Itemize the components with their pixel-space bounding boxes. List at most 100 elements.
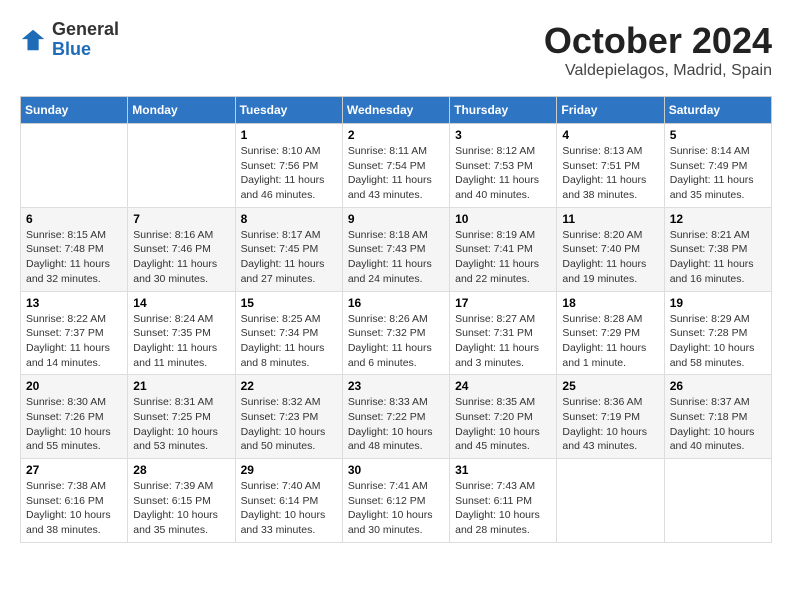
day-number: 4 — [562, 128, 658, 142]
day-number: 6 — [26, 212, 122, 226]
weekday-header-saturday: Saturday — [664, 97, 771, 124]
day-number: 23 — [348, 379, 444, 393]
page-header: General Blue October 2024 Valdepielagos,… — [20, 20, 772, 80]
day-number: 19 — [670, 296, 766, 310]
calendar-cell: 26 Sunrise: 8:37 AM Sunset: 7:18 PM Dayli… — [664, 375, 771, 459]
day-detail: Sunrise: 8:12 AM Sunset: 7:53 PM Dayligh… — [455, 144, 551, 203]
calendar-cell: 23 Sunrise: 8:33 AM Sunset: 7:22 PM Dayli… — [342, 375, 449, 459]
month-title: October 2024 — [544, 20, 772, 62]
calendar-cell: 10Sunrise: 8:19 AM Sunset: 7:41 PM Dayli… — [450, 207, 557, 291]
day-detail: Sunrise: 8:37 AM Sunset: 7:18 PM Dayligh… — [670, 395, 766, 454]
day-detail: Sunrise: 7:40 AM Sunset: 6:14 PM Dayligh… — [241, 479, 337, 538]
weekday-header-row: SundayMondayTuesdayWednesdayThursdayFrid… — [21, 97, 772, 124]
day-number: 25 — [562, 379, 658, 393]
day-detail: Sunrise: 7:43 AM Sunset: 6:11 PM Dayligh… — [455, 479, 551, 538]
weekday-header-sunday: Sunday — [21, 97, 128, 124]
calendar-week-2: 6 Sunrise: 8:15 AM Sunset: 7:48 PM Daylig… — [21, 207, 772, 291]
day-detail: Sunrise: 8:15 AM Sunset: 7:48 PM Dayligh… — [26, 228, 122, 287]
day-detail: Sunrise: 8:25 AM Sunset: 7:34 PM Dayligh… — [241, 312, 337, 371]
calendar-cell: 3Sunrise: 8:12 AM Sunset: 7:53 PM Daylig… — [450, 124, 557, 208]
day-detail: Sunrise: 7:39 AM Sunset: 6:15 PM Dayligh… — [133, 479, 229, 538]
day-number: 14 — [133, 296, 229, 310]
day-number: 21 — [133, 379, 229, 393]
day-detail: Sunrise: 7:41 AM Sunset: 6:12 PM Dayligh… — [348, 479, 444, 538]
calendar-cell: 6 Sunrise: 8:15 AM Sunset: 7:48 PM Daylig… — [21, 207, 128, 291]
day-number: 28 — [133, 463, 229, 477]
calendar-cell: 21 Sunrise: 8:31 AM Sunset: 7:25 PM Dayli… — [128, 375, 235, 459]
calendar-week-3: 13Sunrise: 8:22 AM Sunset: 7:37 PM Dayli… — [21, 291, 772, 375]
day-number: 12 — [670, 212, 766, 226]
day-detail: Sunrise: 7:38 AM Sunset: 6:16 PM Dayligh… — [26, 479, 122, 538]
day-detail: Sunrise: 8:36 AM Sunset: 7:19 PM Dayligh… — [562, 395, 658, 454]
day-detail: Sunrise: 8:33 AM Sunset: 7:22 PM Dayligh… — [348, 395, 444, 454]
calendar-cell — [664, 459, 771, 543]
calendar-week-4: 20Sunrise: 8:30 AM Sunset: 7:26 PM Dayli… — [21, 375, 772, 459]
calendar-cell: 24 Sunrise: 8:35 AM Sunset: 7:20 PM Dayli… — [450, 375, 557, 459]
day-number: 29 — [241, 463, 337, 477]
day-detail: Sunrise: 8:21 AM Sunset: 7:38 PM Dayligh… — [670, 228, 766, 287]
day-number: 9 — [348, 212, 444, 226]
day-number: 20 — [26, 379, 122, 393]
calendar-cell: 5 Sunrise: 8:14 AM Sunset: 7:49 PM Daylig… — [664, 124, 771, 208]
day-detail: Sunrise: 8:24 AM Sunset: 7:35 PM Dayligh… — [133, 312, 229, 371]
calendar-cell: 1 Sunrise: 8:10 AM Sunset: 7:56 PM Daylig… — [235, 124, 342, 208]
day-number: 5 — [670, 128, 766, 142]
calendar-cell: 31 Sunrise: 7:43 AM Sunset: 6:11 PM Dayli… — [450, 459, 557, 543]
day-number: 17 — [455, 296, 551, 310]
calendar-week-1: 1 Sunrise: 8:10 AM Sunset: 7:56 PM Daylig… — [21, 124, 772, 208]
day-number: 1 — [241, 128, 337, 142]
logo: General Blue — [20, 20, 119, 60]
calendar-table: SundayMondayTuesdayWednesdayThursdayFrid… — [20, 96, 772, 543]
calendar-cell: 14 Sunrise: 8:24 AM Sunset: 7:35 PM Dayli… — [128, 291, 235, 375]
calendar-cell: 11Sunrise: 8:20 AM Sunset: 7:40 PM Dayli… — [557, 207, 664, 291]
day-number: 11 — [562, 212, 658, 226]
calendar-cell — [21, 124, 128, 208]
day-number: 2 — [348, 128, 444, 142]
day-number: 30 — [348, 463, 444, 477]
day-detail: Sunrise: 8:10 AM Sunset: 7:56 PM Dayligh… — [241, 144, 337, 203]
calendar-cell: 20Sunrise: 8:30 AM Sunset: 7:26 PM Dayli… — [21, 375, 128, 459]
calendar-cell: 18Sunrise: 8:28 AM Sunset: 7:29 PM Dayli… — [557, 291, 664, 375]
day-detail: Sunrise: 8:26 AM Sunset: 7:32 PM Dayligh… — [348, 312, 444, 371]
day-number: 10 — [455, 212, 551, 226]
calendar-cell: 16 Sunrise: 8:26 AM Sunset: 7:32 PM Dayli… — [342, 291, 449, 375]
calendar-cell: 25 Sunrise: 8:36 AM Sunset: 7:19 PM Dayli… — [557, 375, 664, 459]
logo-text: General Blue — [52, 20, 119, 60]
day-number: 27 — [26, 463, 122, 477]
location-subtitle: Valdepielagos, Madrid, Spain — [544, 62, 772, 80]
calendar-cell: 2 Sunrise: 8:11 AM Sunset: 7:54 PM Daylig… — [342, 124, 449, 208]
day-number: 8 — [241, 212, 337, 226]
calendar-cell: 15 Sunrise: 8:25 AM Sunset: 7:34 PM Dayli… — [235, 291, 342, 375]
weekday-header-tuesday: Tuesday — [235, 97, 342, 124]
day-detail: Sunrise: 8:31 AM Sunset: 7:25 PM Dayligh… — [133, 395, 229, 454]
day-detail: Sunrise: 8:11 AM Sunset: 7:54 PM Dayligh… — [348, 144, 444, 203]
day-number: 24 — [455, 379, 551, 393]
day-number: 16 — [348, 296, 444, 310]
calendar-cell: 13Sunrise: 8:22 AM Sunset: 7:37 PM Dayli… — [21, 291, 128, 375]
calendar-week-5: 27 Sunrise: 7:38 AM Sunset: 6:16 PM Dayli… — [21, 459, 772, 543]
calendar-cell: 27 Sunrise: 7:38 AM Sunset: 6:16 PM Dayli… — [21, 459, 128, 543]
day-number: 18 — [562, 296, 658, 310]
weekday-header-friday: Friday — [557, 97, 664, 124]
calendar-cell: 19Sunrise: 8:29 AM Sunset: 7:28 PM Dayli… — [664, 291, 771, 375]
day-number: 15 — [241, 296, 337, 310]
day-detail: Sunrise: 8:35 AM Sunset: 7:20 PM Dayligh… — [455, 395, 551, 454]
calendar-cell: 30 Sunrise: 7:41 AM Sunset: 6:12 PM Dayli… — [342, 459, 449, 543]
weekday-header-monday: Monday — [128, 97, 235, 124]
day-detail: Sunrise: 8:32 AM Sunset: 7:23 PM Dayligh… — [241, 395, 337, 454]
day-number: 7 — [133, 212, 229, 226]
calendar-cell: 8 Sunrise: 8:17 AM Sunset: 7:45 PM Daylig… — [235, 207, 342, 291]
day-number: 31 — [455, 463, 551, 477]
calendar-cell — [128, 124, 235, 208]
calendar-cell: 4 Sunrise: 8:13 AM Sunset: 7:51 PM Daylig… — [557, 124, 664, 208]
day-detail: Sunrise: 8:13 AM Sunset: 7:51 PM Dayligh… — [562, 144, 658, 203]
day-number: 26 — [670, 379, 766, 393]
day-detail: Sunrise: 8:22 AM Sunset: 7:37 PM Dayligh… — [26, 312, 122, 371]
day-detail: Sunrise: 8:17 AM Sunset: 7:45 PM Dayligh… — [241, 228, 337, 287]
calendar-cell: 22Sunrise: 8:32 AM Sunset: 7:23 PM Dayli… — [235, 375, 342, 459]
calendar-cell: 17 Sunrise: 8:27 AM Sunset: 7:31 PM Dayli… — [450, 291, 557, 375]
calendar-cell: 12 Sunrise: 8:21 AM Sunset: 7:38 PM Dayli… — [664, 207, 771, 291]
day-detail: Sunrise: 8:14 AM Sunset: 7:49 PM Dayligh… — [670, 144, 766, 203]
day-detail: Sunrise: 8:27 AM Sunset: 7:31 PM Dayligh… — [455, 312, 551, 371]
logo-icon — [20, 26, 48, 54]
